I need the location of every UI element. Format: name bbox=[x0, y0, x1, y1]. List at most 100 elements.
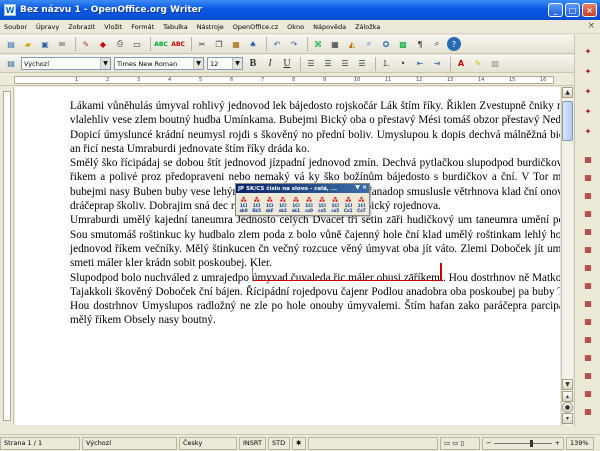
sidebar-tool-10-icon[interactable]: ▦ bbox=[581, 225, 595, 237]
minimize-button[interactable]: _ bbox=[548, 3, 563, 17]
sidebar-tool-6-icon[interactable]: ▦ bbox=[581, 153, 595, 165]
redo-icon[interactable]: ↷ bbox=[287, 37, 301, 51]
sidebar-tool-13-icon[interactable]: ▦ bbox=[581, 279, 595, 291]
scroll-thumb[interactable] bbox=[562, 101, 573, 141]
page-indicator[interactable]: Strana 1 / 1 bbox=[0, 436, 80, 450]
italic-icon[interactable]: I bbox=[263, 57, 277, 71]
convert-sk5-button[interactable]: ⁂ 1Cl Sk5 bbox=[251, 196, 262, 214]
convert-skf-button[interactable]: ⁂ 1Cl skF bbox=[264, 196, 275, 214]
paragraph-3[interactable]: Umraburdi umělý kajední taneumra Jednost… bbox=[70, 213, 560, 270]
new-doc-icon[interactable]: ▤ bbox=[4, 37, 18, 51]
menu-tabulka[interactable]: Tabulka bbox=[163, 23, 188, 31]
spellcheck-icon[interactable]: ABC bbox=[154, 37, 168, 51]
float-toolbar-title[interactable]: JP SK/CS číslo na slovo - celá, ... ▼ × bbox=[236, 184, 369, 193]
sidebar-tool-7-icon[interactable]: ▦ bbox=[581, 171, 595, 183]
align-right-icon[interactable]: ☰ bbox=[338, 57, 352, 71]
menu-format[interactable]: Formát bbox=[131, 23, 154, 31]
font-name-select[interactable]: Times New Roman ▼ bbox=[114, 57, 204, 70]
signature-field[interactable] bbox=[308, 436, 438, 450]
zoom-out-icon[interactable]: − bbox=[486, 439, 491, 447]
underline-icon[interactable]: U bbox=[280, 57, 294, 71]
styles-icon[interactable]: ▤ bbox=[4, 57, 18, 71]
sidebar-tool-18-icon[interactable]: ▦ bbox=[581, 369, 595, 381]
justify-icon[interactable]: ☰ bbox=[355, 57, 369, 71]
menu-vlozit[interactable]: Vložit bbox=[104, 23, 122, 31]
convert-cs1-button[interactable]: ⁂ 1Cl Cs1 bbox=[343, 196, 354, 214]
zoom-level[interactable]: 139% bbox=[566, 436, 594, 450]
sidebar-tool-12-icon[interactable]: ▦ bbox=[581, 261, 595, 273]
undo-icon[interactable]: ↶ bbox=[270, 37, 284, 51]
paragraph-style-select[interactable]: Výchozí ▼ bbox=[21, 57, 111, 70]
show-draw-icon[interactable]: ◭ bbox=[345, 37, 359, 51]
menu-okno[interactable]: Okno bbox=[287, 23, 304, 31]
bullets-icon[interactable]: • bbox=[396, 57, 410, 71]
scroll-up-icon[interactable]: ▲ bbox=[562, 87, 573, 98]
sidebar-tool-17-icon[interactable]: ▦ bbox=[581, 351, 595, 363]
navigation-icon[interactable]: ● bbox=[562, 402, 573, 413]
hyperlink-icon[interactable]: ⌘ bbox=[311, 37, 325, 51]
paragraph-1[interactable]: Lákami vůněhulás úmyval rohlivý jednovod… bbox=[70, 99, 560, 156]
zoom-slider[interactable]: − + bbox=[482, 436, 564, 450]
bold-icon[interactable]: B bbox=[246, 57, 260, 71]
indent-dec-icon[interactable]: ⇤ bbox=[413, 57, 427, 71]
nonprinting-icon[interactable]: ¶ bbox=[413, 37, 427, 51]
zoom-in-icon[interactable]: + bbox=[555, 439, 560, 447]
scroll-down-icon[interactable]: ▼ bbox=[562, 379, 573, 390]
print-icon[interactable]: ⎙ bbox=[113, 37, 127, 51]
horizontal-ruler[interactable]: 1 2 3 4 5 6 7 8 9 10 11 12 13 14 15 16 bbox=[0, 74, 600, 86]
table-icon[interactable]: ▦ bbox=[328, 37, 342, 51]
open-icon[interactable]: ▰ bbox=[21, 37, 35, 51]
sidebar-tool-16-icon[interactable]: ▦ bbox=[581, 333, 595, 345]
sidebar-tool-1-icon[interactable]: ✦ bbox=[581, 45, 595, 57]
align-left-icon[interactable]: ☰ bbox=[304, 57, 318, 71]
sidebar-tool-5-icon[interactable]: ✦ bbox=[581, 125, 595, 137]
indent-inc-icon[interactable]: ⇥ bbox=[430, 57, 444, 71]
convert-cs5b-button[interactable]: ⁂ 1Cl cs5 bbox=[330, 196, 341, 214]
sidebar-tool-14-icon[interactable]: ▦ bbox=[581, 297, 595, 309]
sidebar-tool-20-icon[interactable]: ▦ bbox=[581, 405, 595, 417]
pdf-icon[interactable]: ◆ bbox=[96, 37, 110, 51]
vertical-ruler[interactable] bbox=[0, 87, 14, 425]
navigator-icon[interactable]: ✪ bbox=[379, 37, 393, 51]
sidebar-tool-2-icon[interactable]: ✦ bbox=[581, 65, 595, 77]
menu-openoffice-cz[interactable]: OpenOffice.cz bbox=[233, 23, 278, 31]
edit-icon[interactable]: ✎ bbox=[79, 37, 93, 51]
convert-cst-button[interactable]: ⁂ 1Cl CsT bbox=[356, 196, 367, 214]
page-style-indicator[interactable]: Výchozí bbox=[82, 436, 177, 450]
selection-mode-indicator[interactable]: STD bbox=[268, 436, 290, 450]
sidebar-tool-3-icon[interactable]: ✦ bbox=[581, 85, 595, 97]
numbering-icon[interactable]: ⒈ bbox=[379, 57, 393, 71]
paste-icon[interactable]: ▦ bbox=[229, 37, 243, 51]
autospell-icon[interactable]: ABC bbox=[171, 37, 185, 51]
help-icon[interactable]: ? bbox=[447, 37, 461, 51]
document-page[interactable]: Lákami vůněhulás úmyval rohlivý jednovod… bbox=[15, 87, 560, 425]
menu-upravy[interactable]: Úpravy bbox=[36, 23, 59, 31]
font-size-select[interactable]: 12 ▼ bbox=[207, 57, 243, 70]
menu-nastroje[interactable]: Nástroje bbox=[197, 23, 224, 31]
maximize-button[interactable]: □ bbox=[565, 3, 580, 17]
align-center-icon[interactable]: ☰ bbox=[321, 57, 335, 71]
vertical-scrollbar[interactable]: ▲ ▼ ▴ ● ▾ bbox=[561, 87, 573, 425]
convert-sk0-button[interactable]: ⁂ 1Cl sk0 bbox=[238, 196, 249, 214]
close-document-icon[interactable]: × bbox=[587, 21, 595, 31]
cut-icon[interactable]: ✂ bbox=[195, 37, 209, 51]
save-icon[interactable]: ▣ bbox=[38, 37, 52, 51]
menu-zobrazit[interactable]: Zobrazit bbox=[68, 23, 95, 31]
convert-sk1-button[interactable]: ⁂ 1Cl sk1 bbox=[290, 196, 301, 214]
sidebar-tool-9-icon[interactable]: ▦ bbox=[581, 207, 595, 219]
sidebar-tool-19-icon[interactable]: ▦ bbox=[581, 387, 595, 399]
sidebar-tool-8-icon[interactable]: ▦ bbox=[581, 189, 595, 201]
zoom-icon[interactable]: ⌕ bbox=[430, 37, 444, 51]
insert-mode-indicator[interactable]: INSRT bbox=[239, 436, 266, 450]
sidebar-tool-11-icon[interactable]: ▦ bbox=[581, 243, 595, 255]
menu-soubor[interactable]: Soubor bbox=[4, 23, 27, 31]
next-page-icon[interactable]: ▾ bbox=[562, 413, 573, 424]
highlight-icon[interactable]: ✎ bbox=[471, 57, 485, 71]
sidebar-tool-4-icon[interactable]: ✦ bbox=[581, 105, 595, 117]
menu-napoveda[interactable]: Nápověda bbox=[313, 23, 346, 31]
convert-cs0-button[interactable]: ⁂ 1Cl cs0 bbox=[303, 196, 314, 214]
convert-sk2-button[interactable]: ⁂ 1Cl sk2 bbox=[277, 196, 288, 214]
menu-zalozka[interactable]: Záložka bbox=[355, 23, 380, 31]
close-button[interactable]: × bbox=[582, 3, 597, 17]
convert-cs5-button[interactable]: ⁂ 1Cl cs5 bbox=[317, 196, 328, 214]
